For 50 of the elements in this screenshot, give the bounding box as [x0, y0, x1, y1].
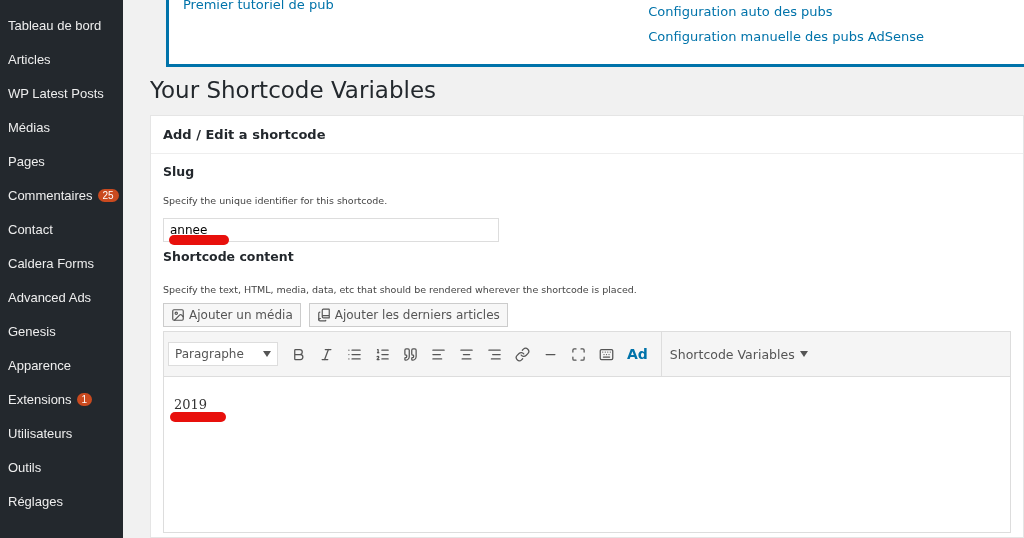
count-badge: 1: [76, 392, 93, 406]
fullscreen-icon[interactable]: [571, 346, 586, 362]
align-right-icon[interactable]: [487, 346, 502, 362]
sidebar-item[interactable]: Pages: [8, 144, 45, 178]
sidebar-item[interactable]: Outils: [8, 450, 42, 484]
help-text: Specify the text, HTML, media, data, etc that should be rendered wherever the shortcode is placed.: [163, 284, 638, 295]
quote-icon[interactable]: [403, 346, 418, 362]
help-text: Specify the unique identifier for this shortcode.: [163, 195, 389, 206]
notice-link[interactable]: Configuration auto des pubs: [648, 4, 924, 19]
count-badge: 25: [97, 188, 119, 202]
align-center-icon[interactable]: [459, 346, 474, 362]
sidebar-item[interactable]: Apparence: [8, 348, 71, 382]
sidebar-item[interactable]: Contact: [8, 212, 53, 246]
page-title: Your Shortcode Variables: [150, 77, 438, 103]
media-button[interactable]: Ajouter les derniers articles: [308, 303, 508, 327]
sidebar-item[interactable]: Tableau de bord: [8, 8, 102, 42]
sidebar-item[interactable]: Articles: [8, 42, 51, 76]
italic-icon[interactable]: [319, 346, 334, 362]
sidebar-item[interactable]: Réglages: [8, 484, 63, 518]
sidebar-item[interactable]: Genesis: [8, 314, 56, 348]
format-dropdown[interactable]: Paragraphe: [168, 342, 278, 366]
field-label: Slug: [163, 164, 196, 179]
image-icon: [171, 308, 185, 322]
books-icon: [316, 308, 331, 322]
scribble-mark: [170, 412, 226, 422]
sidebar-item[interactable]: Médias: [8, 110, 50, 144]
align-left-icon[interactable]: [431, 346, 446, 362]
sidebar-item[interactable]: Utilisateurs: [8, 416, 73, 450]
caret-icon: [799, 351, 808, 357]
keyboard-icon[interactable]: [599, 346, 614, 362]
slug-field[interactable]: annee: [163, 218, 499, 242]
sidebar-item[interactable]: Caldera Forms: [8, 246, 94, 280]
sidebar-item[interactable]: Extensions 1: [8, 382, 93, 416]
caret-icon: [263, 351, 271, 357]
notice-link[interactable]: Configuration manuelle des pubs AdSense: [648, 29, 924, 44]
field-label: Shortcode content: [163, 249, 295, 264]
sidebar-item[interactable]: Commentaires 25: [8, 178, 119, 212]
editor-area[interactable]: Paragraphe Ad Shortcode Variables 2019: [163, 331, 1011, 533]
sidebar-item[interactable]: Advanced Ads: [8, 280, 92, 314]
link-icon[interactable]: [515, 346, 530, 362]
sidebar-item[interactable]: WP Latest Posts: [8, 76, 104, 110]
editor-text: 2019: [173, 396, 209, 412]
media-button[interactable]: Ajouter un média: [163, 303, 301, 327]
numbered-list-icon[interactable]: [375, 346, 390, 362]
bold-icon[interactable]: [291, 346, 306, 362]
bulleted-list-icon[interactable]: [347, 346, 362, 362]
shortcode-menu[interactable]: Shortcode Variables: [660, 332, 816, 376]
ad-button[interactable]: Ad: [627, 346, 648, 362]
card-title: Add / Edit a shortcode: [151, 116, 1023, 154]
notice-link[interactable]: Premier tutoriel de pub: [183, 0, 334, 12]
